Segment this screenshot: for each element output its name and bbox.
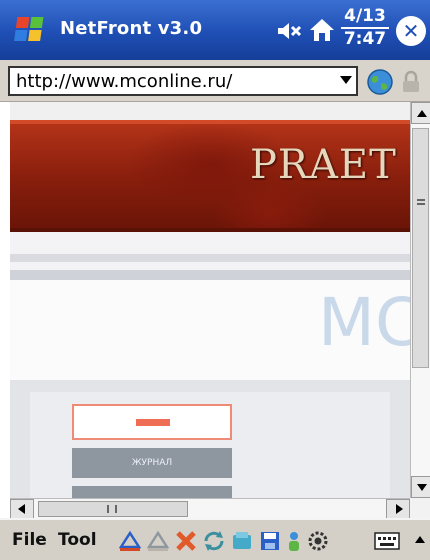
scrollbar-corner xyxy=(410,498,430,518)
banner-title: PRAET xyxy=(250,142,397,188)
nav-button-active[interactable] xyxy=(72,404,232,440)
home-icon[interactable] xyxy=(309,17,335,43)
globe-icon[interactable] xyxy=(366,68,394,96)
save-icon[interactable] xyxy=(258,529,282,553)
chevron-down-icon[interactable] xyxy=(340,76,352,84)
clock[interactable]: 4/13 7:47 xyxy=(341,8,389,48)
clock-date: 4/13 xyxy=(341,8,389,29)
site-logo[interactable]: MС xyxy=(318,284,410,361)
address-bar: http://www.mconline.ru/ xyxy=(0,60,430,102)
site-banner[interactable]: PRAET xyxy=(10,120,410,232)
speaker-muted-icon[interactable] xyxy=(276,20,304,42)
scroll-down-button[interactable] xyxy=(411,476,430,498)
divider xyxy=(10,254,410,262)
grip-icon xyxy=(417,199,425,205)
scroll-up-button[interactable] xyxy=(411,102,430,124)
keyboard-icon[interactable] xyxy=(374,529,400,553)
lock-icon xyxy=(403,70,419,92)
app-title: NetFront v3.0 xyxy=(60,18,203,39)
active-marker xyxy=(136,419,170,426)
horizontal-scroll-thumb[interactable] xyxy=(38,501,188,517)
horizontal-scrollbar[interactable] xyxy=(10,498,410,519)
arrow-left-icon xyxy=(18,504,25,514)
web-content[interactable]: PRAET MС ЖУРНАЛ xyxy=(10,102,410,498)
stop-icon[interactable] xyxy=(174,529,198,553)
bottom-toolbar: File Tool xyxy=(0,518,430,560)
arrow-up-icon xyxy=(417,110,427,117)
forward-icon[interactable] xyxy=(146,529,170,553)
arrow-down-icon xyxy=(417,484,427,491)
vertical-scrollbar[interactable] xyxy=(410,102,430,498)
chevron-up-icon[interactable] xyxy=(415,536,425,543)
settings-icon[interactable] xyxy=(306,529,330,553)
scroll-right-button[interactable] xyxy=(386,499,410,519)
scroll-left-button[interactable] xyxy=(10,499,34,519)
grip-icon xyxy=(107,505,117,513)
menu-tool[interactable]: Tool xyxy=(58,530,97,550)
windows-flag-icon[interactable] xyxy=(12,13,50,47)
nav-button[interactable] xyxy=(72,486,232,498)
clock-time: 7:47 xyxy=(343,29,387,49)
bookmarks-icon[interactable] xyxy=(230,529,254,553)
menu-file[interactable]: File xyxy=(12,530,47,550)
url-text: http://www.mconline.ru/ xyxy=(16,71,233,92)
top-strip xyxy=(10,102,410,120)
title-bar: NetFront v3.0 4/13 7:47 ✕ xyxy=(0,0,430,60)
vertical-scroll-thumb[interactable] xyxy=(412,128,429,368)
refresh-icon[interactable] xyxy=(202,529,226,553)
divider xyxy=(10,270,410,280)
back-icon[interactable] xyxy=(118,529,142,553)
url-input[interactable]: http://www.mconline.ru/ xyxy=(8,66,358,96)
close-button[interactable]: ✕ xyxy=(396,16,426,46)
arrow-right-icon xyxy=(396,504,403,514)
nav-button-journal[interactable]: ЖУРНАЛ xyxy=(72,448,232,478)
user-icon[interactable] xyxy=(282,529,306,553)
